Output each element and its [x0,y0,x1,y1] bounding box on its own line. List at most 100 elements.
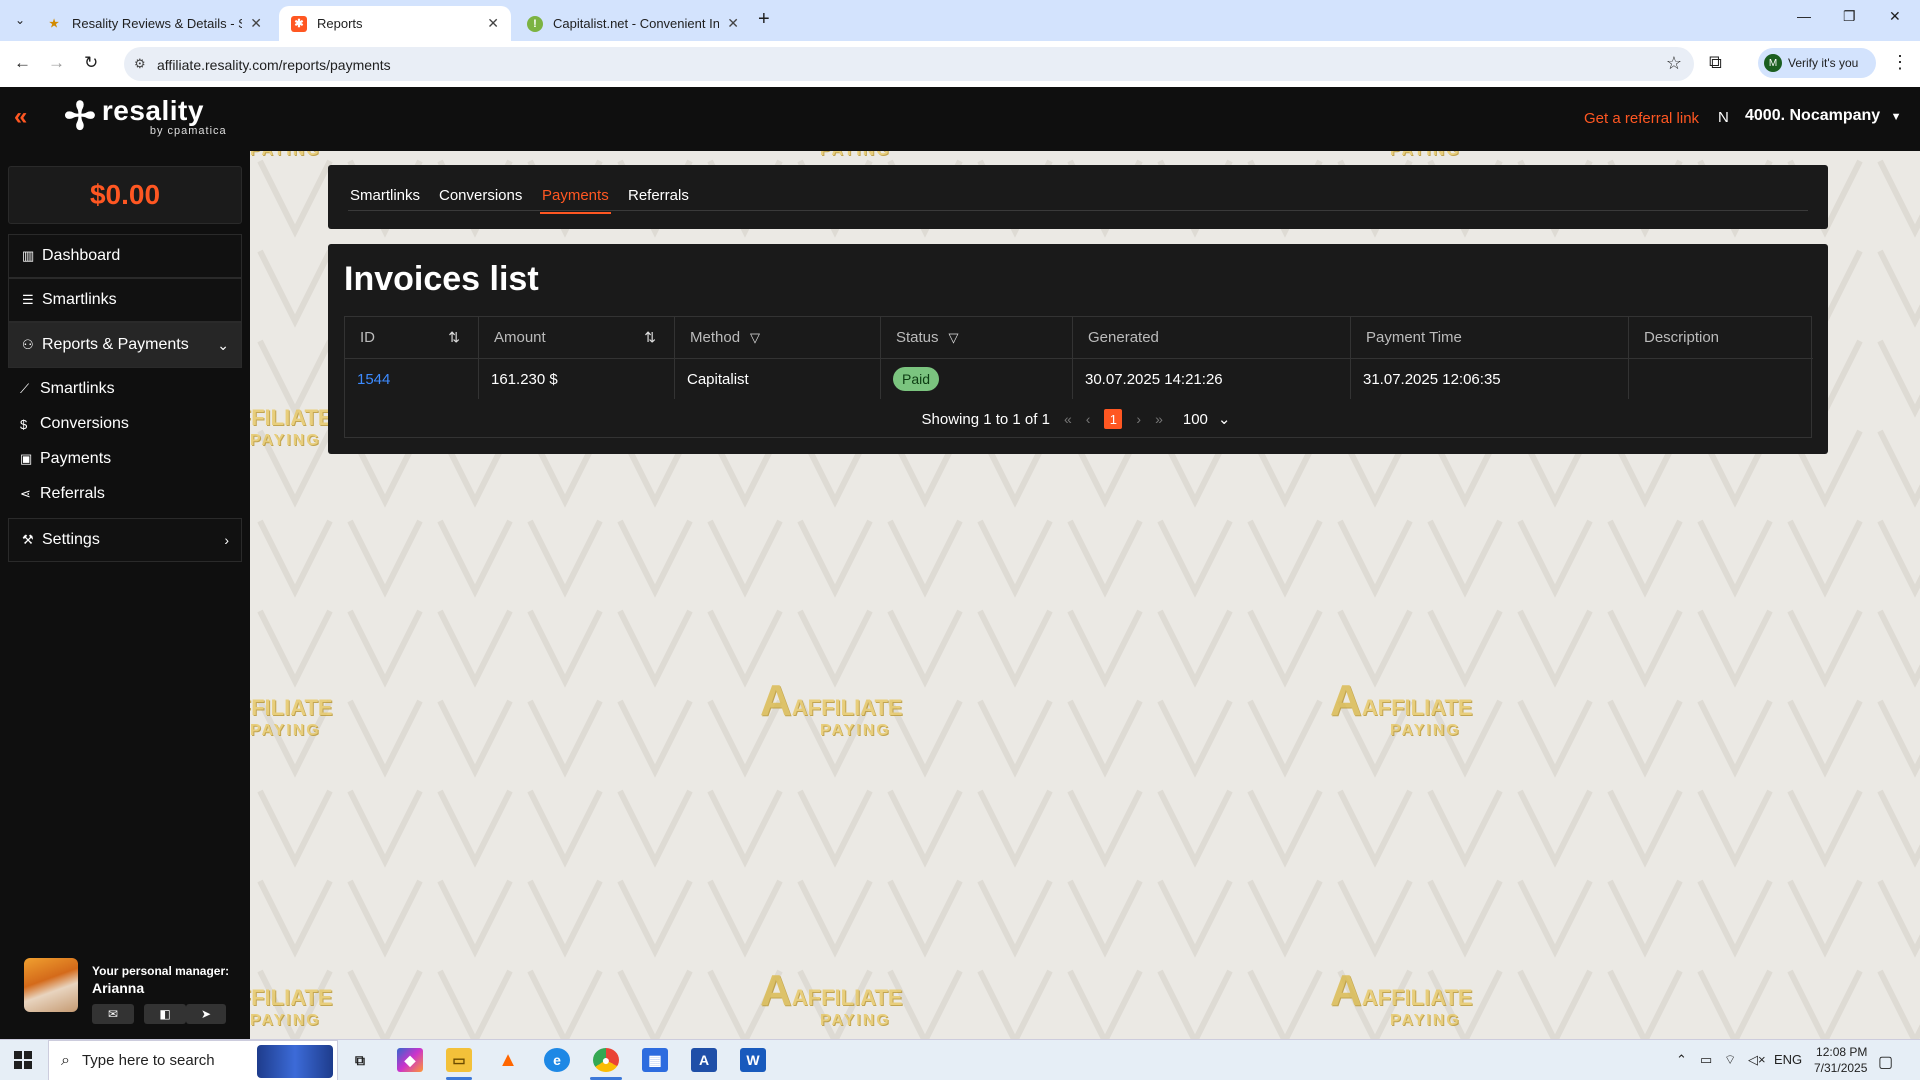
language-indicator[interactable]: ENG [1774,1052,1802,1067]
affiliate-paying-watermark: AAFFILIATEPAYING [250,151,333,161]
sidebar-subitem-label: Referrals [40,485,105,502]
page-size-value: 100 [1182,410,1208,428]
sidebar-subitem-smartlinks[interactable]: ⟋ Smartlinks [20,380,115,398]
sort-icon[interactable]: ⇅ [644,329,656,346]
column-header-generated[interactable]: Generated [1073,317,1351,359]
column-header-id[interactable]: ID ⇅ [345,317,479,359]
logo-mark-icon: ✢ [64,96,96,138]
invoice-generated: 30.07.2025 14:21:26 [1073,359,1351,399]
close-tab-icon[interactable]: ✕ [487,15,499,32]
volume-muted-icon[interactable]: ◁× [1748,1052,1766,1068]
search-icon: ⌕ [61,1051,70,1069]
browser-tab-resality-reviews[interactable]: ★ Resality Reviews & Details - Sm ✕ [34,6,274,41]
browser-tab-title: Reports [317,16,363,31]
chrome-icon[interactable]: ● [593,1048,619,1072]
page-size-select[interactable]: 100 ⌄ [1177,410,1237,429]
dollar-icon: $ [20,416,28,432]
close-tab-icon[interactable]: ✕ [250,15,262,32]
resality-logo[interactable]: ✢ resality by cpamatica [64,96,227,138]
current-page-button[interactable]: 1 [1104,409,1123,429]
browser-tab-reports[interactable]: ✱ Reports ✕ [279,6,511,41]
sidebar-item-reports-payments[interactable]: ⚇ Reports & Payments ⌄ [8,322,242,368]
wifi-icon[interactable]: ⌔ [1724,1052,1736,1068]
site-info-icon[interactable]: ⚙ [134,56,146,72]
extensions-puzzle-icon[interactable]: ⧉ [1709,52,1722,73]
affiliate-paying-watermark: AAFFILIATEPAYING [760,676,903,740]
first-page-icon[interactable]: « [1064,411,1072,427]
tab-smartlinks[interactable]: Smartlinks [350,187,420,204]
column-header-method[interactable]: Method ▽ [675,317,881,359]
account-dropdown[interactable]: 4000. Nocampany ▼ [1745,107,1902,125]
sidebar-subitem-payments[interactable]: ▣ Payments [20,450,111,468]
windows-start-icon[interactable] [14,1051,32,1069]
filter-icon[interactable]: ▽ [949,330,959,346]
tab-referrals[interactable]: Referrals [628,187,689,204]
column-header-payment-time[interactable]: Payment Time [1351,317,1629,359]
collapse-sidebar-icon[interactable]: « [14,103,27,131]
last-page-icon[interactable]: » [1155,411,1163,427]
window-close-icon[interactable]: ✕ [1889,8,1901,25]
forward-arrow-icon[interactable]: → [48,53,65,73]
tab-search-chevron-icon[interactable]: ⌄ [8,8,32,32]
search-highlight-image[interactable] [257,1045,333,1078]
sidebar-subitem-label: Payments [40,450,112,467]
azure-icon[interactable]: A [691,1048,717,1072]
browser-tab-capitalist[interactable]: ! Capitalist.net - Convenient Inte ✕ [515,6,751,41]
invoice-description [1629,359,1813,399]
vlc-icon[interactable]: ▲ [495,1048,521,1072]
back-arrow-icon[interactable]: ← [14,53,31,73]
sidebar-subitem-conversions[interactable]: $ Conversions [20,415,129,433]
task-view-icon[interactable]: ⧉ [347,1048,373,1072]
notifications-icon[interactable]: ▢ [1878,1052,1893,1072]
filter-icon[interactable]: ▽ [750,330,760,346]
caret-down-icon: ▼ [1890,111,1902,123]
tab-conversions[interactable]: Conversions [439,187,522,204]
verify-profile-button[interactable]: M Verify it's you [1758,48,1876,78]
meet-icon[interactable]: ▭ [1700,1052,1712,1068]
next-page-icon[interactable]: › [1136,411,1141,427]
app-header: « ✢ resality by cpamatica Get a referral… [0,87,1920,151]
address-bar[interactable]: ⚙ affiliate.resality.com/reports/payment… [124,47,1694,81]
pagination-summary: Showing 1 to 1 of 1 [921,410,1050,428]
tab-payments[interactable]: Payments [540,187,611,214]
invoice-id-link[interactable]: 1544 [345,359,479,399]
telegram-icon[interactable]: ➤ [186,1004,226,1024]
taskbar-search[interactable]: ⌕ Type here to search [48,1040,338,1080]
edge-icon[interactable]: e [544,1048,570,1072]
sort-icon[interactable]: ⇅ [448,329,460,346]
close-tab-icon[interactable]: ✕ [727,15,739,32]
word-icon[interactable]: W [740,1048,766,1072]
new-tab-plus-icon[interactable]: + [758,8,770,31]
account-name: 4000. Nocampany [1745,107,1881,124]
teams-icon[interactable]: ◧ [144,1004,186,1024]
url-text[interactable]: affiliate.resality.com/reports/payments [157,57,391,73]
referral-link[interactable]: Get a referral link [1584,110,1699,127]
sidebar: $0.00 ▥ Dashboard ☰ Smartlinks ⚇ Reports… [0,151,250,1039]
minimize-icon[interactable]: — [1797,8,1811,24]
reports-tabs-card: Smartlinks Conversions Payments Referral… [328,165,1828,229]
invoices-card: Invoices list ID ⇅ Amount ⇅ Method ▽ Sta… [328,244,1828,454]
sidebar-subitem-referrals[interactable]: ⋖ Referrals [20,485,105,503]
restore-icon[interactable]: ❐ [1843,8,1856,25]
clock-date: 7/31/2025 [1814,1061,1868,1075]
taskbar-clock[interactable]: 12:08 PM 7/31/2025 [1814,1044,1867,1076]
store-icon[interactable]: ▦ [642,1048,668,1072]
email-icon[interactable]: ✉ [92,1004,134,1024]
browser-menu-icon[interactable]: ⋮ [1891,52,1909,73]
sidebar-item-settings[interactable]: ⚒ Settings › [8,518,242,562]
column-header-status[interactable]: Status ▽ [881,317,1073,359]
resality-favicon-icon: ✱ [291,15,307,32]
bookmark-star-icon[interactable]: ☆ [1666,53,1682,74]
chevron-right-icon: › [224,532,229,548]
reload-icon[interactable]: ↻ [84,53,98,73]
sidebar-item-smartlinks[interactable]: ☰ Smartlinks [8,278,242,322]
prev-page-icon[interactable]: ‹ [1086,411,1091,427]
sidebar-item-label: Reports & Payments [42,336,189,353]
sidebar-item-dashboard[interactable]: ▥ Dashboard [8,234,242,278]
column-header-description[interactable]: Description [1629,317,1813,359]
tray-chevron-up-icon[interactable]: ⌃ [1676,1052,1687,1068]
file-explorer-icon[interactable]: ▭ [446,1048,472,1072]
copilot-icon[interactable]: ◆ [397,1048,423,1072]
balance-display: $0.00 [8,166,242,224]
column-header-amount[interactable]: Amount ⇅ [479,317,675,359]
